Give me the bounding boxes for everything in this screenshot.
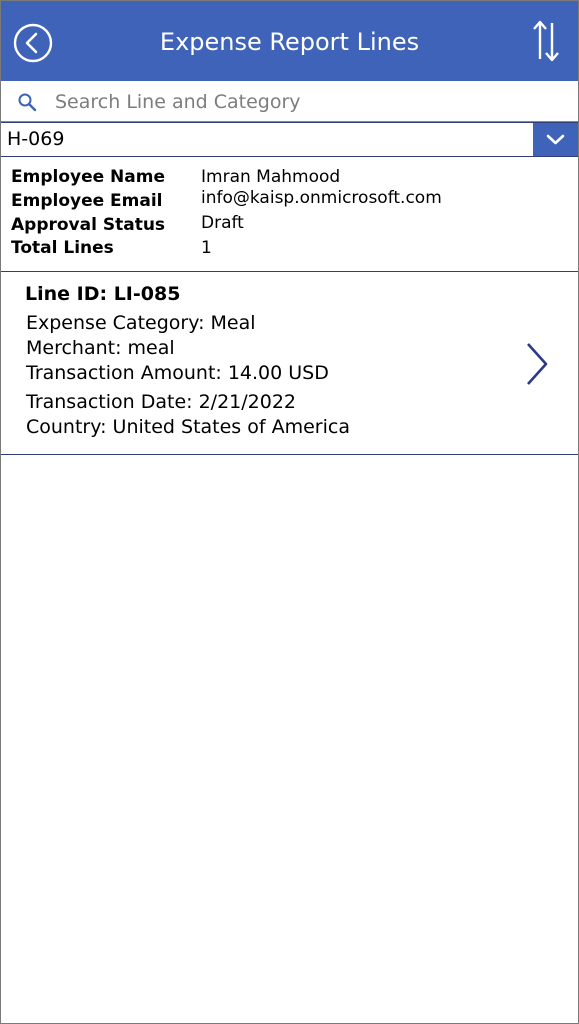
dropdown-toggle-button[interactable] bbox=[533, 123, 578, 156]
search-bar bbox=[1, 81, 578, 122]
line-id: Line ID: LI-085 bbox=[25, 283, 181, 305]
employee-name-label: Employee Name bbox=[11, 167, 166, 187]
total-lines-row: Total Lines 1 bbox=[1, 236, 578, 260]
report-summary: Employee Name Imran Mahmood Employee Ema… bbox=[1, 157, 578, 272]
sort-button[interactable] bbox=[531, 19, 561, 63]
expense-report-lines-screen: Expense Report Lines H-069 Employee Name bbox=[0, 0, 579, 1024]
sort-arrows-icon bbox=[533, 20, 559, 62]
page-title: Expense Report Lines bbox=[159, 28, 420, 56]
country: Country: United States of America bbox=[26, 416, 350, 438]
approval-status-row: Approval Status Draft bbox=[1, 213, 578, 237]
search-input[interactable] bbox=[55, 85, 565, 118]
approval-status-label: Approval Status bbox=[11, 215, 166, 235]
merchant: Merchant: meal bbox=[26, 337, 175, 359]
transaction-amount: Transaction Amount: 14.00 USD bbox=[26, 362, 329, 384]
chevron-right-icon[interactable] bbox=[523, 340, 551, 388]
total-lines-value: 1 bbox=[201, 238, 212, 258]
total-lines-label: Total Lines bbox=[11, 238, 114, 258]
back-button[interactable] bbox=[13, 23, 53, 63]
transaction-date: Transaction Date: 2/21/2022 bbox=[26, 391, 297, 413]
search-icon bbox=[18, 93, 37, 112]
employee-email-row: Employee Email info@kaisp.onmicrosoft.co… bbox=[1, 188, 578, 213]
chevron-down-icon bbox=[546, 134, 565, 145]
report-header-dropdown[interactable]: H-069 bbox=[1, 122, 578, 157]
header-bar: Expense Report Lines bbox=[1, 1, 578, 81]
expense-category: Expense Category: Meal bbox=[26, 312, 256, 334]
approval-status-value: Draft bbox=[201, 213, 244, 233]
dropdown-selected-value: H-069 bbox=[7, 128, 65, 150]
employee-email-label: Employee Email bbox=[11, 191, 163, 211]
employee-email-value: info@kaisp.onmicrosoft.com bbox=[201, 188, 442, 208]
expense-line-item[interactable]: Line ID: LI-085 Expense Category: Meal M… bbox=[1, 272, 578, 455]
